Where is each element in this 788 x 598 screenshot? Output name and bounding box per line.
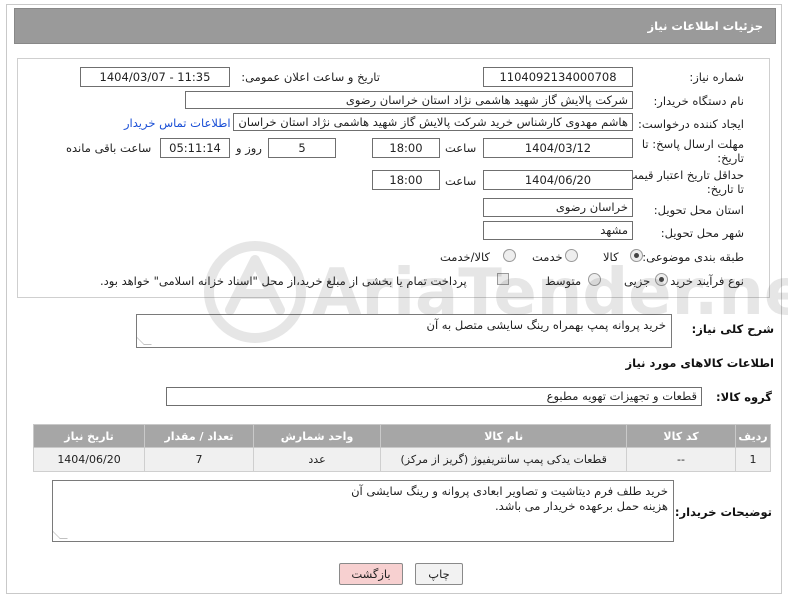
resize-grip-icon[interactable] [53,531,68,539]
deadline-time-field[interactable]: 18:00 [372,138,440,158]
col-need-date: تاریخ نیاز [32,424,146,448]
buyer-org-label: نام دستگاه خریدار: [653,94,744,108]
buyer-contact-link[interactable]: اطلاعات تماس خریدار [124,116,231,130]
validity-time-label: ساعت [445,174,477,188]
process-medium-label: متوسط [545,274,582,288]
category-goods-service-label: کالا/خدمت [440,250,491,264]
cell-quantity: 7 [144,447,254,472]
remaining-time-field[interactable]: 05:11:14 [160,138,230,158]
process-minor-label: جزیی [624,274,651,288]
print-button[interactable]: چاپ [415,563,463,585]
col-unit: واحد شمارش [252,424,382,448]
city-field[interactable]: مشهد [483,221,633,240]
page-header: جزئیات اطلاعات نیاز [14,8,776,44]
col-quantity: تعداد / مقدار [144,424,254,448]
validity-label: حداقل تاریخ اعتبار قیمت: [622,168,744,182]
cell-row-number: 1 [734,447,772,472]
buyer-notes-line-1: خرید طلف فرم دیتاشیت و تصاویر ابعادی پرو… [351,484,668,498]
province-label: استان محل تحویل: [653,203,744,217]
need-number-field[interactable]: 1104092134000708 [483,67,633,87]
buyer-org-field[interactable]: شرکت پالایش گاز شهید هاشمی نژاد استان خر… [185,91,633,109]
validity-date-field[interactable]: 1404/06/20 [483,170,633,190]
province-field[interactable]: خراسان رضوی [483,198,633,217]
days-label: روز و [236,141,262,155]
buyer-notes-textarea[interactable]: خرید طلف فرم دیتاشیت و تصاویر ابعادی پرو… [52,480,674,542]
goods-table-header: ردیف کد کالا نام کالا واحد شمارش تعداد /… [32,424,772,448]
announce-label: تاریخ و ساعت اعلان عمومی: [241,70,380,84]
category-radio-goods[interactable] [630,249,643,262]
summary-text: خرید پروانه پمپ بهمراه رینگ سایشی متصل ب… [426,318,666,332]
creator-label: ایجاد کننده درخواست: [638,117,744,131]
days-field[interactable]: 5 [268,138,336,158]
col-item-name: نام کالا [380,424,628,448]
deadline-label: مهلت ارسال پاسخ: تا [641,137,744,151]
buyer-notes-line-2: هزینه حمل برعهده خریدار می باشد. [495,499,668,513]
category-service-label: خدمت [532,250,563,264]
page-title: جزئیات اطلاعات نیاز [647,19,763,33]
col-item-code: کد کالا [626,424,736,448]
treasury-payment-checkbox[interactable] [497,273,509,285]
process-radio-minor[interactable] [655,273,668,286]
city-label: شهر محل تحویل: [660,226,744,240]
deadline-label-2: تاریخ: [717,151,744,165]
cell-unit: عدد [252,447,382,472]
table-row[interactable]: 1 -- قطعات یدکی پمپ سانتریفیوژ (گریز از … [32,447,772,472]
validity-time-field[interactable]: 18:00 [372,170,440,190]
goods-group-field[interactable]: قطعات و تجهیزات تهویه مطبوع [166,387,702,406]
category-radio-service[interactable] [565,249,578,262]
cell-item-name: قطعات یدکی پمپ سانتریفیوژ (گریز از مرکز) [380,447,628,472]
category-goods-label: کالا [603,250,619,264]
announce-field[interactable]: 1404/03/07 - 11:35 [80,67,230,87]
cell-item-code: -- [626,447,736,472]
goods-section-title: اطلاعات کالاهای مورد نیاز [625,356,774,370]
goods-group-label: گروه کالا: [716,390,772,404]
creator-field[interactable]: هاشم مهدوی کارشناس خرید شرکت پالایش گاز … [233,113,633,131]
process-radio-medium[interactable] [588,273,601,286]
col-row-number: ردیف [734,424,772,448]
validity-label-2: تا تاریخ: [706,182,744,196]
deadline-time-label: ساعت [445,141,477,155]
remaining-label: ساعت باقی مانده [66,141,152,155]
goods-table: ردیف کد کالا نام کالا واحد شمارش تعداد /… [32,424,772,472]
need-number-label: شماره نیاز: [689,70,744,84]
category-radio-goods-service[interactable] [503,249,516,262]
summary-textarea[interactable]: خرید پروانه پمپ بهمراه رینگ سایشی متصل ب… [136,314,672,348]
treasury-payment-note: پرداخت تمام یا بخشی از مبلغ خرید،از محل … [100,274,467,288]
summary-label: شرح کلی نیاز: [691,322,774,336]
cell-need-date: 1404/06/20 [32,447,146,472]
deadline-date-field[interactable]: 1404/03/12 [483,138,633,158]
resize-grip-icon[interactable] [137,337,152,345]
process-label: نوع فرآیند خرید : [662,274,744,288]
buyer-notes-label: توضیحات خریدار: [674,505,772,519]
category-label: طبقه بندی موضوعی: [642,250,744,264]
back-button[interactable]: بازگشت [339,563,403,585]
